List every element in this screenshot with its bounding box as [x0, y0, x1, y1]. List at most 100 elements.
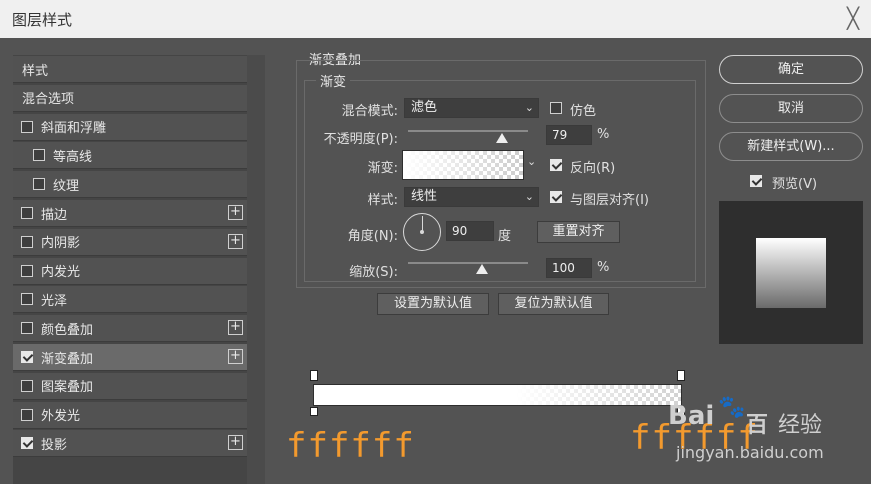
- sidebar-item[interactable]: 内阴影 +: [13, 228, 247, 256]
- sidebar-item-checkbox[interactable]: [21, 264, 33, 277]
- opacity-label: 不透明度(P):: [323, 132, 398, 147]
- opacity-slider[interactable]: [408, 130, 528, 132]
- watermark-brand: Bai: [668, 401, 715, 431]
- opacity-input[interactable]: 79: [546, 125, 592, 145]
- blend-mode-value: 滤色: [411, 100, 438, 115]
- scale-label: 缩放(S):: [349, 265, 398, 280]
- sidebar-item-label: 颜色叠加: [41, 322, 94, 338]
- angle-dial[interactable]: [403, 213, 441, 251]
- sidebar-item[interactable]: 颜色叠加 +: [13, 315, 247, 343]
- sidebar-item[interactable]: 图案叠加: [13, 372, 247, 400]
- sidebar-item[interactable]: 内发光: [13, 257, 247, 285]
- chevron-down-icon: ⌄: [524, 190, 534, 203]
- dither-label: 仿色: [570, 104, 597, 119]
- plus-icon[interactable]: +: [228, 435, 243, 451]
- new-style-button[interactable]: 新建样式(W)...: [719, 132, 863, 161]
- sidebar-item-label: 投影: [41, 437, 68, 453]
- plus-icon[interactable]: +: [228, 320, 243, 336]
- sidebar-item-label: 内发光: [41, 265, 81, 281]
- sidebar-item-label: 样式: [22, 63, 49, 79]
- preview-swatch: [756, 238, 826, 308]
- sidebar-item[interactable]: 等高线: [13, 142, 247, 170]
- paw-icon: 🐾: [718, 395, 746, 420]
- blend-mode-select[interactable]: 滤色 ⌄: [404, 98, 539, 118]
- plus-icon[interactable]: +: [228, 233, 243, 249]
- sidebar-item-checkbox[interactable]: [21, 408, 33, 421]
- window-title: 图层样式: [12, 11, 73, 29]
- align-layer-label: 与图层对齐(I): [570, 193, 649, 208]
- sidebar-item-checkbox[interactable]: [21, 322, 33, 335]
- reset-align-button[interactable]: 重置对齐: [537, 221, 620, 243]
- scale-slider-thumb[interactable]: [476, 264, 488, 274]
- close-icon[interactable]: ╳: [847, 6, 859, 30]
- watermark-url: jingyan.baidu.com: [676, 443, 824, 462]
- scale-unit: %: [597, 260, 610, 275]
- angle-unit: 度: [498, 229, 512, 244]
- baidu-watermark: Bai 🐾 百 经验 jingyan.baidu.com: [668, 393, 868, 473]
- opacity-unit: %: [597, 127, 610, 142]
- sidebar-item-label: 描边: [41, 207, 68, 223]
- reverse-label: 反向(R): [570, 161, 616, 176]
- scale-slider[interactable]: [408, 262, 528, 264]
- sidebar-item-label: 渐变叠加: [41, 351, 94, 367]
- preview-box: [719, 201, 863, 344]
- gradient-bar[interactable]: [313, 384, 682, 406]
- style-label: 样式:: [367, 193, 398, 208]
- opacity-slider-thumb[interactable]: [496, 133, 508, 143]
- sidebar-item[interactable]: 混合选项: [13, 84, 247, 112]
- cancel-button[interactable]: 取消: [719, 94, 863, 123]
- set-default-button[interactable]: 设置为默认值: [377, 293, 489, 315]
- preview-checkbox[interactable]: [750, 175, 762, 187]
- sidebar-item[interactable]: 投影 +: [13, 430, 247, 458]
- ok-button[interactable]: 确定: [719, 55, 863, 84]
- chevron-down-icon: ⌄: [524, 101, 534, 114]
- opacity-stop-left[interactable]: [310, 370, 318, 381]
- blend-mode-label: 混合模式:: [341, 104, 398, 119]
- style-select[interactable]: 线性 ⌄: [404, 187, 539, 207]
- plus-icon[interactable]: +: [228, 349, 243, 364]
- sidebar-item-label: 纹理: [53, 178, 80, 194]
- watermark-brand3: 经验: [778, 413, 823, 438]
- sidebar-item-label: 斜面和浮雕: [41, 121, 107, 137]
- align-layer-checkbox[interactable]: [550, 191, 562, 203]
- sidebar-item-label: 图案叠加: [41, 380, 94, 396]
- sidebar-item-label: 混合选项: [22, 92, 75, 108]
- sidebar-item[interactable]: 斜面和浮雕: [13, 113, 247, 141]
- scale-input[interactable]: 100: [546, 258, 592, 278]
- gradient-picker[interactable]: [402, 150, 524, 180]
- sidebar-item-checkbox[interactable]: [21, 235, 33, 248]
- sidebar-item[interactable]: 样式: [13, 56, 247, 83]
- sidebar-item-checkbox[interactable]: [21, 207, 33, 219]
- left-color-annotation: ffffff: [286, 426, 415, 466]
- color-stop-left[interactable]: [310, 407, 318, 416]
- opacity-stop-right[interactable]: [677, 370, 685, 381]
- sidebar-item-checkbox[interactable]: [21, 120, 33, 133]
- angle-label: 角度(N):: [347, 229, 398, 244]
- sidebar-item[interactable]: 描边 +: [13, 200, 247, 227]
- sidebar-item-label: 外发光: [41, 409, 81, 425]
- reset-default-button[interactable]: 复位为默认值: [498, 293, 609, 315]
- sidebar-item-checkbox[interactable]: [21, 379, 33, 392]
- group-title: 渐变: [316, 71, 351, 90]
- title-bar: 图层样式 ╳: [0, 0, 871, 38]
- sidebar-item-checkbox[interactable]: [21, 437, 33, 450]
- plus-icon[interactable]: +: [228, 205, 243, 220]
- sidebar-item-checkbox[interactable]: [21, 293, 33, 306]
- dither-checkbox[interactable]: [550, 102, 562, 114]
- sidebar-item-checkbox[interactable]: [21, 351, 33, 363]
- sidebar-item[interactable]: 外发光: [13, 401, 247, 429]
- sidebar-item-checkbox[interactable]: [33, 178, 45, 191]
- sidebar-item[interactable]: 渐变叠加 +: [13, 344, 247, 371]
- reverse-checkbox[interactable]: [550, 159, 562, 171]
- sidebar-item-label: 等高线: [53, 149, 93, 165]
- angle-input[interactable]: 90: [446, 221, 494, 241]
- sidebar-item-label: 内阴影: [41, 236, 81, 252]
- gradient-label: 渐变:: [367, 161, 398, 176]
- chevron-down-icon[interactable]: ⌄: [527, 155, 536, 168]
- preview-label: 预览(V): [772, 177, 818, 192]
- sidebar-item[interactable]: 纹理: [13, 171, 247, 199]
- sidebar-item[interactable]: 光泽: [13, 286, 247, 314]
- sidebar-item-checkbox[interactable]: [33, 149, 45, 162]
- sidebar-item-label: 光泽: [41, 293, 68, 309]
- style-list-scrollbar[interactable]: [247, 55, 265, 484]
